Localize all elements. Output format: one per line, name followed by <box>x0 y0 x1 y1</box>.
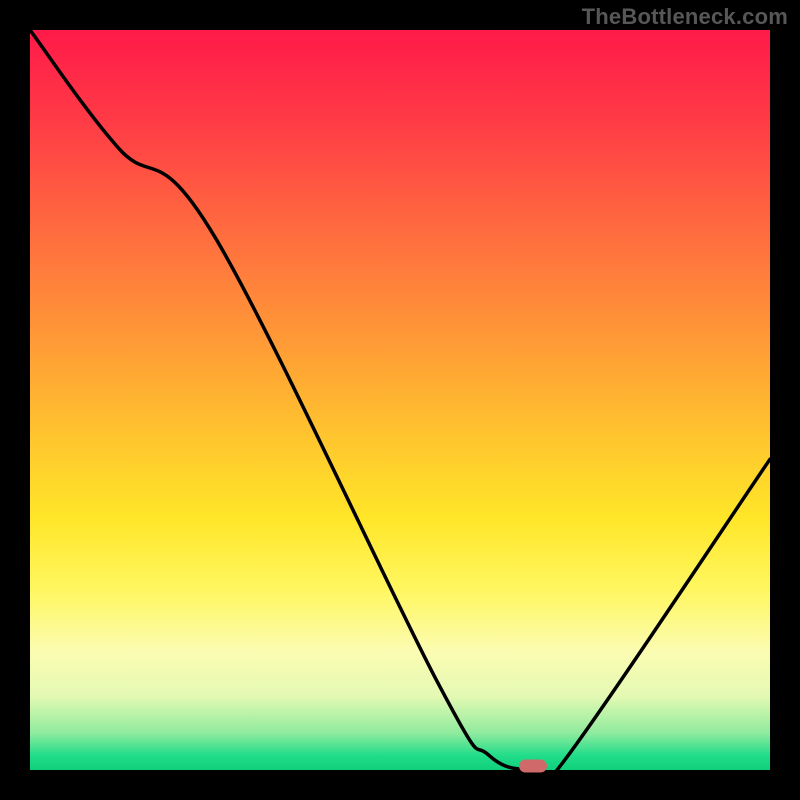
bottleneck-curve <box>30 30 770 770</box>
optimal-point-marker <box>519 760 547 773</box>
plot-area <box>30 30 770 770</box>
watermark-label: TheBottleneck.com <box>582 4 788 30</box>
chart-frame: TheBottleneck.com <box>0 0 800 800</box>
